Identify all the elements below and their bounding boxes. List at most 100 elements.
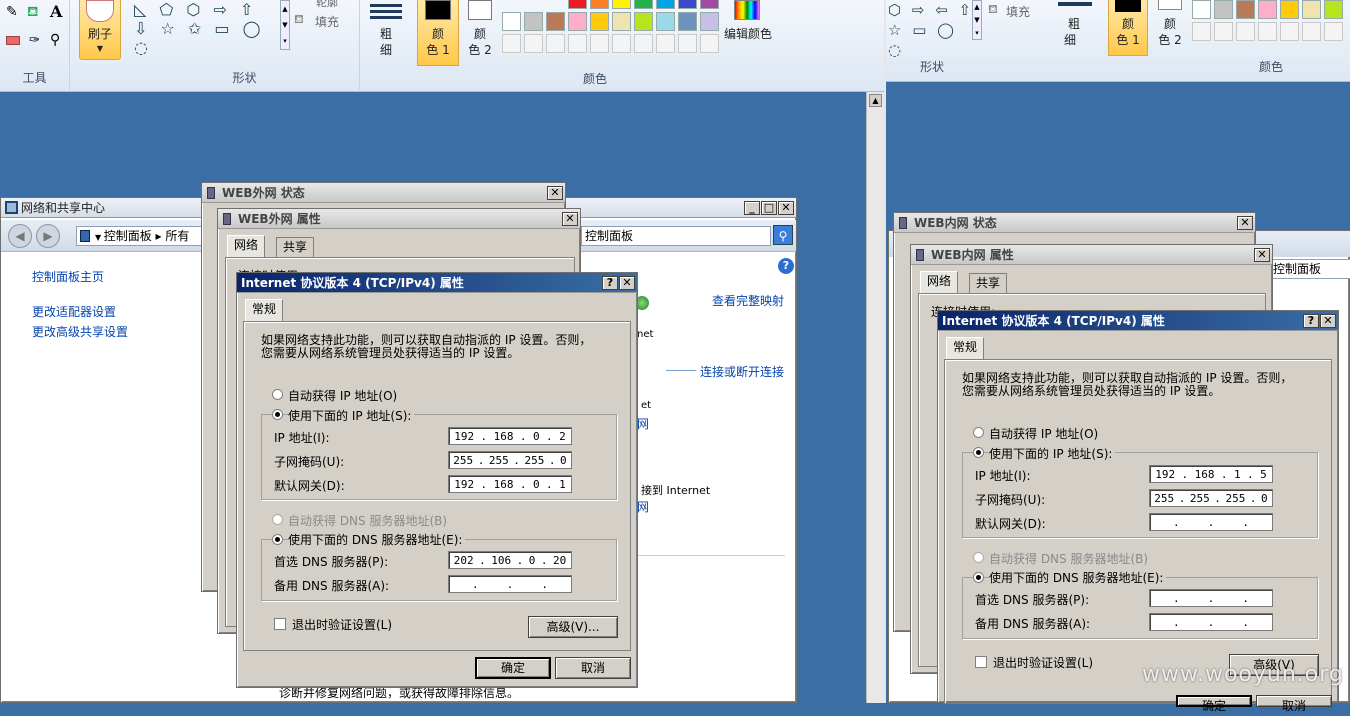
palette-swatch[interactable] <box>700 0 719 9</box>
manual-ip-radio-right[interactable] <box>973 447 984 458</box>
search-icon[interactable]: ⚲ <box>773 225 793 245</box>
palette-empty-swatch[interactable] <box>590 34 609 53</box>
change-advanced-sharing-link[interactable]: 更改高级共享设置 <box>32 323 128 340</box>
magnifier-icon[interactable]: ⚲ <box>50 32 60 48</box>
palette-empty-swatch[interactable] <box>1214 22 1233 41</box>
manual-ip-radio[interactable] <box>272 409 283 420</box>
cancel-button[interactable]: 取消 <box>555 657 631 679</box>
size-label-top-right[interactable]: 粗 <box>1068 16 1080 33</box>
tab-general[interactable]: 常规 <box>245 299 284 321</box>
minimize-button[interactable]: _ <box>744 201 760 215</box>
ipv4-close-button-right[interactable]: ✕ <box>1320 314 1336 328</box>
palette-swatch[interactable] <box>700 12 719 31</box>
palette-swatch[interactable] <box>546 12 565 31</box>
auto-ip-radio-right[interactable] <box>973 427 984 438</box>
address-bar[interactable]: ▼ 控制面板 ▸ 所有 <box>76 226 206 246</box>
palette-empty-swatch[interactable] <box>524 34 543 53</box>
eraser-icon[interactable] <box>6 36 20 45</box>
auto-ip-radio[interactable] <box>272 389 283 400</box>
alternate-dns-field-right[interactable]: ... <box>1149 613 1273 631</box>
color2-button[interactable]: 颜 色 2 <box>460 0 500 66</box>
palette-swatch[interactable] <box>1236 0 1255 19</box>
palette-swatch[interactable] <box>634 12 653 31</box>
tab-network[interactable]: 网络 <box>227 235 266 257</box>
network-link-2[interactable]: 网 <box>637 498 649 515</box>
palette-empty-swatch[interactable] <box>1324 22 1343 41</box>
palette-swatch[interactable] <box>1280 0 1299 19</box>
palette-swatch[interactable] <box>678 0 697 9</box>
fill-label-right[interactable]: 填充 <box>1006 3 1030 20</box>
palette-empty-swatch[interactable] <box>1192 22 1211 41</box>
internal-props-close-button[interactable]: ✕ <box>1254 248 1270 262</box>
tab-network-right[interactable]: 网络 <box>920 271 959 293</box>
palette-swatch[interactable] <box>612 12 631 31</box>
manual-dns-radio[interactable] <box>272 534 283 545</box>
internal-status-close-button[interactable]: ✕ <box>1237 216 1253 230</box>
manual-ip-label-right[interactable]: 使用下面的 IP 地址(S): <box>989 445 1116 462</box>
edit-colors-button[interactable]: 编辑颜色 <box>722 0 774 60</box>
right-address-box[interactable]: 控制面板 <box>1269 259 1350 279</box>
ok-button[interactable]: 确定 <box>475 657 551 679</box>
palette-swatch[interactable] <box>1302 0 1321 19</box>
ip-address-field-right[interactable]: 192. 168. 1. 5 <box>1149 465 1273 483</box>
cancel-button-right[interactable]: 取消 <box>1256 695 1332 713</box>
palette-swatch[interactable] <box>568 0 587 9</box>
brush-button[interactable]: 刷子 ▼ <box>79 0 121 60</box>
palette-swatch[interactable] <box>678 12 697 31</box>
palette-swatch[interactable] <box>1324 0 1343 19</box>
alternate-dns-field[interactable]: ... <box>448 575 572 593</box>
gallery-scroll-icon[interactable]: ▲ ▼ ▾ <box>280 0 290 50</box>
palette-empty-swatch[interactable] <box>656 34 675 53</box>
palette-empty-swatch[interactable] <box>700 34 719 53</box>
shape-gallery[interactable]: ◺ ⬠ ⬡ ⇨ ⇧ ⇩ ☆ ✩ ▭ ◯ ◌ <box>134 0 278 57</box>
palette-swatch[interactable] <box>590 0 609 9</box>
back-arrow-icon[interactable]: ◀ <box>8 224 32 248</box>
forward-arrow-icon[interactable]: ▶ <box>36 224 60 248</box>
palette-swatch[interactable] <box>634 0 653 9</box>
palette-empty-swatch[interactable] <box>634 34 653 53</box>
vertical-scrollbar[interactable]: ▲ <box>866 92 884 703</box>
network-link-1[interactable]: 网 <box>637 415 649 432</box>
ok-button-right[interactable]: 确定 <box>1176 695 1252 713</box>
palette-empty-swatch[interactable] <box>678 34 697 53</box>
manual-ip-label[interactable]: 使用下面的 IP 地址(S): <box>288 407 415 424</box>
scroll-up-arrow-icon[interactable]: ▲ <box>869 94 882 107</box>
outline-label[interactable]: 轮廓 <box>316 0 338 10</box>
close-button[interactable]: ✕ <box>778 201 794 215</box>
palette-swatch[interactable] <box>656 0 675 9</box>
color-picker-icon[interactable]: ✑ <box>29 33 40 48</box>
size-label-bottom-right[interactable]: 细 <box>1064 32 1076 49</box>
tab-general-right[interactable]: 常规 <box>946 337 985 359</box>
palette-empty-swatch[interactable] <box>568 34 587 53</box>
palette-empty-swatch[interactable] <box>612 34 631 53</box>
validate-checkbox[interactable] <box>274 618 286 630</box>
palette-empty-swatch[interactable] <box>1236 22 1255 41</box>
validate-checkbox-right[interactable] <box>975 656 987 668</box>
gallery-scroll-icon-right[interactable]: ▲ ▼ ▾ <box>972 0 982 40</box>
palette-empty-swatch[interactable] <box>1258 22 1277 41</box>
auto-ip-label[interactable]: 自动获得 IP 地址(O) <box>288 387 397 404</box>
pencil-icon[interactable]: ✎ <box>6 4 18 20</box>
color1-button-right[interactable]: 颜 色 1 <box>1108 0 1148 56</box>
palette-empty-swatch[interactable] <box>546 34 565 53</box>
color2-button-right[interactable]: 颜 色 2 <box>1150 0 1190 56</box>
palette-swatch[interactable] <box>1192 0 1211 19</box>
ipv4-help-button[interactable]: ? <box>602 276 618 290</box>
view-full-map-link[interactable]: 查看完整映射 <box>712 292 784 309</box>
help-icon[interactable]: ? <box>778 258 794 274</box>
manual-dns-label-right[interactable]: 使用下面的 DNS 服务器地址(E): <box>989 569 1167 586</box>
palette-swatch[interactable] <box>612 0 631 9</box>
ipv4-close-button[interactable]: ✕ <box>619 276 635 290</box>
status-close-button[interactable]: ✕ <box>547 186 563 200</box>
tab-sharing-right[interactable]: 共享 <box>969 273 1008 293</box>
props-close-button[interactable]: ✕ <box>562 212 578 226</box>
palette-empty-swatch[interactable] <box>1280 22 1299 41</box>
palette-empty-swatch[interactable] <box>1302 22 1321 41</box>
connect-disconnect-link[interactable]: 连接或断开连接 <box>700 363 784 380</box>
manual-dns-radio-right[interactable] <box>973 572 984 583</box>
palette-swatch[interactable] <box>524 12 543 31</box>
ipv4-help-button-right[interactable]: ? <box>1303 314 1319 328</box>
manual-dns-label[interactable]: 使用下面的 DNS 服务器地址(E): <box>288 531 466 548</box>
color1-button[interactable]: 颜 色 1 <box>417 0 459 66</box>
palette-swatch[interactable] <box>502 12 521 31</box>
